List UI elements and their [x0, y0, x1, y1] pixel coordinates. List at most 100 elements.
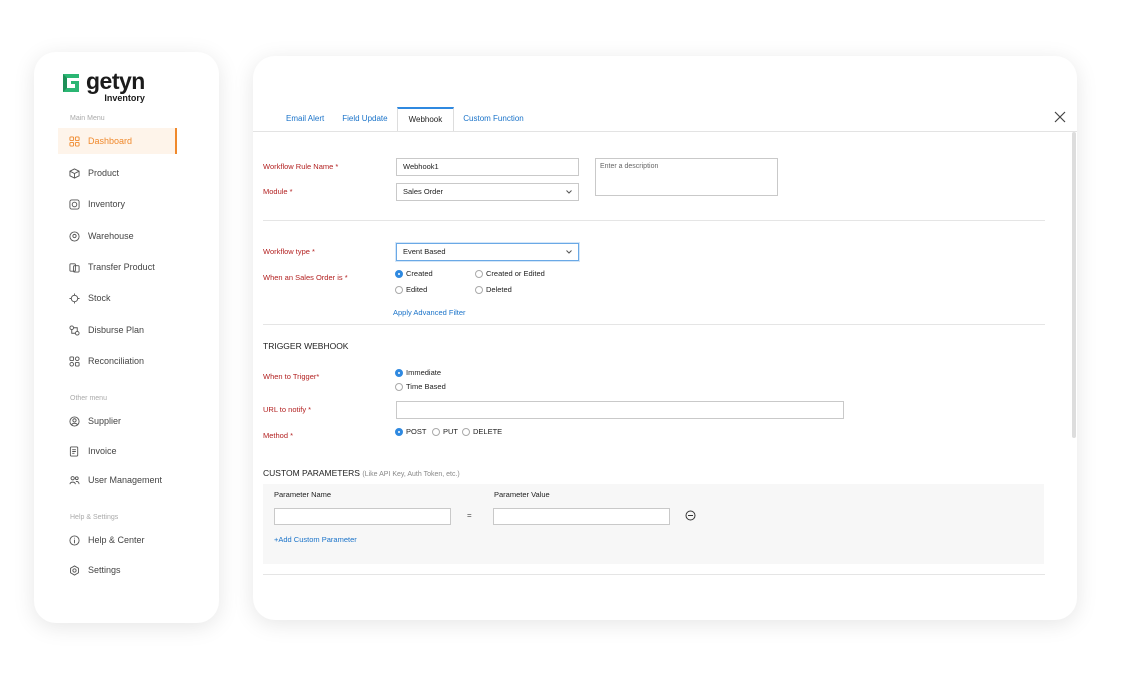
scrollbar-thumb[interactable] — [1072, 132, 1076, 438]
action-tabs: Email Alert Field Update Webhook Custom … — [277, 107, 533, 131]
radio-time-based[interactable]: Time Based — [395, 382, 446, 391]
transfer-icon — [69, 262, 80, 273]
module-label: Module * — [263, 187, 293, 196]
parameter-name-input[interactable] — [274, 508, 451, 525]
location-pin-icon — [69, 230, 80, 242]
sidebar-item-label: Invoice — [88, 446, 117, 456]
radio-dot — [395, 427, 403, 436]
sidebar-item-disburse-plan[interactable]: Disburse Plan — [58, 317, 177, 343]
radio-immediate[interactable]: Immediate — [395, 368, 441, 377]
add-custom-parameter-link[interactable]: +Add Custom Parameter — [274, 535, 357, 544]
tab-custom-function[interactable]: Custom Function — [454, 107, 532, 131]
custom-parameters-heading: CUSTOM PARAMETERS (Like API Key, Auth To… — [263, 468, 460, 478]
when-sales-order-label: When an Sales Order is * — [263, 273, 348, 282]
rule-name-input[interactable]: Webhook1 — [396, 158, 579, 176]
custom-parameters-note: (Like API Key, Auth Token, etc.) — [362, 471, 460, 478]
sidebar-item-warehouse[interactable]: Warehouse — [58, 223, 177, 249]
sidebar-item-label: Warehouse — [88, 231, 134, 241]
radio-dot — [462, 427, 470, 436]
workflow-panel: Email Alert Field Update Webhook Custom … — [253, 56, 1077, 620]
custom-parameters-title: CUSTOM PARAMETERS — [263, 468, 360, 478]
invoice-icon — [69, 445, 80, 457]
workflow-type-value: Event Based — [403, 247, 446, 256]
parameter-value-input[interactable] — [493, 508, 670, 525]
sidebar-item-label: User Management — [88, 475, 163, 485]
sidebar-item-dashboard[interactable]: Dashboard — [58, 128, 177, 154]
grid-icon — [69, 135, 80, 147]
parameter-name-header: Parameter Name — [274, 490, 332, 499]
module-select-value: Sales Order — [403, 187, 444, 196]
method-label: Method * — [263, 431, 294, 440]
sidebar-item-label: Disburse Plan — [88, 325, 145, 335]
sidebar-item-settings[interactable]: Settings — [58, 557, 177, 583]
sidebar-item-label: Reconciliation — [88, 356, 145, 366]
box-icon — [69, 167, 80, 179]
radio-label: Created — [406, 269, 433, 278]
workflow-type-label: Workflow type * — [263, 247, 315, 256]
info-icon — [69, 534, 80, 546]
equals-sign: = — [467, 511, 472, 520]
sidebar-item-supplier[interactable]: Supplier — [58, 408, 177, 434]
sidebar-item-label: Supplier — [88, 416, 122, 426]
tab-webhook[interactable]: Webhook — [396, 107, 455, 131]
radio-deleted[interactable]: Deleted — [475, 285, 512, 294]
module-select[interactable]: Sales Order — [396, 183, 579, 201]
radio-label: Deleted — [486, 285, 512, 294]
tab-field-update[interactable]: Field Update — [333, 107, 396, 131]
radio-edited[interactable]: Edited — [395, 285, 427, 294]
workflow-type-select[interactable]: Event Based — [396, 243, 579, 261]
sidebar-item-reconciliation[interactable]: Reconciliation — [58, 348, 177, 374]
trigger-webhook-heading: TRIGGER WEBHOOK — [263, 341, 349, 351]
sidebar: getyn Inventory Main Menu Dashboard Prod… — [34, 52, 219, 623]
radio-dot — [432, 427, 440, 436]
close-icon[interactable] — [1053, 110, 1067, 124]
disburse-icon — [69, 324, 80, 336]
radio-post[interactable]: POST — [395, 427, 426, 436]
stock-icon — [69, 292, 80, 304]
chevron-down-icon — [566, 190, 572, 194]
sidebar-item-user-management[interactable]: User Management — [58, 467, 177, 493]
brand-name: getyn — [86, 68, 145, 94]
sidebar-item-label: Settings — [88, 565, 121, 575]
tab-divider — [253, 131, 1077, 132]
url-input[interactable] — [396, 401, 844, 419]
description-textarea[interactable]: Enter a description — [595, 158, 778, 196]
apply-advanced-filter-link[interactable]: Apply Advanced Filter — [393, 308, 466, 317]
radio-delete[interactable]: DELETE — [462, 427, 502, 436]
when-to-trigger-label: When to Trigger* — [263, 372, 320, 381]
sidebar-item-help-center[interactable]: Help & Center — [58, 527, 177, 553]
tab-email-alert[interactable]: Email Alert — [277, 107, 333, 131]
gear-icon — [69, 564, 80, 576]
other-menu-label: Other menu — [70, 395, 107, 402]
section-divider — [263, 324, 1045, 325]
sidebar-item-stock[interactable]: Stock — [58, 285, 177, 311]
radio-created-or-edited[interactable]: Created or Edited — [475, 269, 545, 278]
radio-dot — [395, 285, 403, 294]
radio-label: Edited — [406, 285, 428, 294]
brand-sub: Inventory — [104, 93, 145, 103]
getyn-logo-icon — [63, 74, 79, 92]
brand-logo[interactable]: getyn Inventory — [60, 70, 145, 103]
parameter-value-header: Parameter Value — [494, 490, 550, 499]
radio-dot — [475, 269, 483, 278]
chevron-down-icon — [566, 250, 572, 254]
radio-label: Created or Edited — [486, 269, 545, 278]
sidebar-item-label: Help & Center — [88, 535, 145, 545]
sidebar-item-product[interactable]: Product — [58, 160, 177, 186]
sidebar-item-label: Transfer Product — [88, 262, 155, 272]
url-to-notify-label: URL to notify * — [263, 405, 312, 414]
sidebar-item-inventory[interactable]: Inventory — [58, 191, 177, 217]
help-settings-label: Help & Settings — [70, 514, 119, 521]
sidebar-item-invoice[interactable]: Invoice — [58, 438, 177, 464]
radio-put[interactable]: PUT — [432, 427, 458, 436]
radio-label: POST — [406, 427, 427, 436]
radio-label: Immediate — [406, 368, 442, 377]
remove-circle-icon[interactable] — [685, 510, 696, 521]
radio-dot — [475, 285, 483, 294]
sidebar-item-transfer-product[interactable]: Transfer Product — [58, 254, 177, 280]
supplier-icon — [69, 415, 80, 427]
radio-created[interactable]: Created — [395, 269, 433, 278]
radio-label: PUT — [443, 427, 458, 436]
sidebar-item-label: Stock — [88, 293, 111, 303]
radio-dot — [395, 382, 403, 391]
